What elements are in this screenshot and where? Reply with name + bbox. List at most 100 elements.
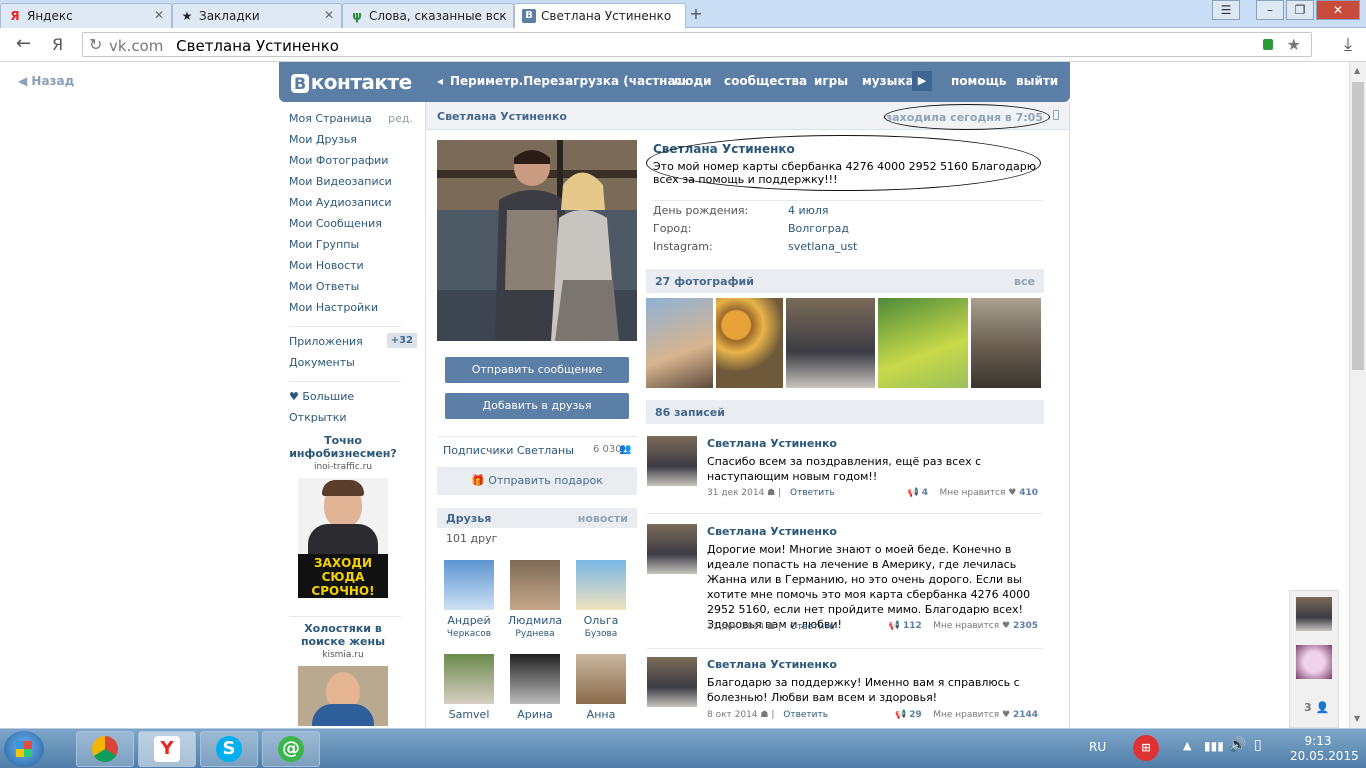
repost-icon[interactable]: 📢 [908, 488, 922, 498]
post-author[interactable]: Светлана Устиненко [707, 437, 837, 450]
chat-avatar[interactable] [1296, 645, 1332, 679]
menu-cards[interactable]: Открытки [289, 409, 419, 430]
post-avatar[interactable] [647, 436, 697, 486]
photo-thumb[interactable] [786, 298, 875, 388]
friend-item[interactable]: Людмила Руднева [503, 560, 567, 639]
menu-videos[interactable]: Мои Видеозаписи [289, 173, 419, 194]
nav-games[interactable]: игры [814, 74, 848, 88]
reply-link[interactable]: Ответить [790, 488, 835, 498]
vk-logo[interactable]: Вконтакте [291, 70, 412, 94]
nav-current-app[interactable]: Периметр.Перезагрузка (частна... [450, 74, 689, 88]
nav-music[interactable]: музыка [862, 74, 914, 88]
new-tab-button[interactable]: + [686, 5, 706, 23]
nav-people[interactable]: люди [673, 74, 712, 88]
post-date[interactable]: 11 дек 2014 [707, 622, 764, 632]
like-label[interactable]: Мне нравится [933, 621, 999, 631]
info-value[interactable]: svetlana_ust [788, 240, 857, 253]
taskbar-chrome[interactable] [76, 731, 134, 767]
close-icon[interactable]: ✕ [324, 8, 334, 22]
scroll-down-icon[interactable]: ▼ [1354, 714, 1360, 723]
menu-messages[interactable]: Мои Сообщения [289, 215, 419, 236]
tab-bookmarks[interactable]: ★ Закладки ✕ [172, 3, 342, 28]
nav-prev-icon[interactable]: ◂ [437, 74, 443, 88]
profile-header-name[interactable]: Светлана Устиненко [437, 110, 567, 123]
tab-words[interactable]: ψ Слова, сказанные вск [342, 3, 514, 28]
friends-news-link[interactable]: новости [578, 512, 628, 525]
photo-thumb[interactable] [716, 298, 783, 388]
edit-link[interactable]: ред. [388, 112, 413, 125]
tab-yandex[interactable]: Я Яндекс ✕ [0, 3, 172, 28]
info-value[interactable]: 4 июля [788, 204, 829, 217]
photos-all-link[interactable]: все [1014, 275, 1035, 288]
clock[interactable]: 9:13 20.05.2015 [1290, 734, 1359, 764]
heart-icon[interactable]: ♥ [1002, 621, 1010, 631]
menu-apps[interactable]: Приложения +32 [289, 333, 419, 354]
menu-groups[interactable]: Мои Группы [289, 236, 419, 257]
menu-big[interactable]: ♥ Большие [289, 388, 419, 409]
menu-icon[interactable]: ☰ [1212, 0, 1240, 20]
post-date[interactable]: 8 окт 2014 [707, 710, 758, 720]
tray-expand-icon[interactable]: ▲ [1183, 739, 1191, 752]
nav-communities[interactable]: сообщества [724, 74, 807, 88]
reply-link[interactable]: Ответить [783, 710, 828, 720]
bookmark-star-icon[interactable]: ★ [1287, 35, 1301, 54]
friend-item[interactable]: Андрей Черкасов [437, 560, 501, 639]
friend-item[interactable]: Ольга Бузова [569, 560, 633, 639]
nav-help[interactable]: помощь [951, 74, 1006, 88]
download-icon[interactable]: ⤓ [1344, 34, 1352, 55]
photo-thumb[interactable] [971, 298, 1041, 388]
post-avatar[interactable] [647, 657, 697, 707]
page-scrollbar[interactable]: ▲ ▼ [1349, 62, 1366, 728]
menu-my-page[interactable]: Моя Страница ред. [289, 110, 419, 131]
network-icon[interactable]: ▮▮▮ [1204, 739, 1224, 753]
menu-friends[interactable]: Мои Друзья [289, 131, 419, 152]
reload-icon[interactable]: ↻ [89, 35, 102, 54]
ad-block-1[interactable]: Точно инфобизнесмен? inoi-traffic.ru ЗАХ… [283, 434, 403, 598]
subscribers-link[interactable]: Подписчики Светланы [443, 444, 574, 457]
nav-next-icon[interactable]: ▶ [912, 71, 932, 91]
taskbar-yandex[interactable]: Y [138, 731, 196, 767]
menu-documents[interactable]: Документы [289, 354, 419, 375]
menu-audio[interactable]: Мои Аудиозаписи [289, 194, 419, 215]
like-label[interactable]: Мне нравится [939, 488, 1005, 498]
tab-vk-profile[interactable]: В Светлана Устиненко [514, 3, 686, 28]
friend-item[interactable]: Samvel [437, 654, 501, 721]
heart-icon[interactable]: ♥ [1008, 488, 1016, 498]
friend-item[interactable]: Анна [569, 654, 633, 721]
photo-thumb[interactable] [646, 298, 713, 388]
close-icon[interactable]: ✕ [154, 8, 164, 22]
like-label[interactable]: Мне нравится [933, 710, 999, 720]
menu-news[interactable]: Мои Новости [289, 257, 419, 278]
post-author[interactable]: Светлана Устиненко [707, 658, 837, 671]
tray-app-icon[interactable]: ⊞ [1133, 735, 1159, 761]
restore-button[interactable]: ❐ [1286, 0, 1314, 20]
send-message-button[interactable]: Отправить сообщение [445, 357, 629, 383]
battery-icon[interactable]: ▯ [1254, 737, 1262, 753]
language-indicator[interactable]: RU [1089, 740, 1106, 754]
post-date[interactable]: 31 дек 2014 [707, 488, 764, 498]
photos-title[interactable]: 27 фотографий [655, 275, 754, 288]
yandex-button[interactable]: Я [52, 35, 63, 54]
back-link[interactable]: ◀ Назад [18, 74, 74, 88]
minimize-button[interactable]: – [1256, 0, 1284, 20]
scroll-thumb[interactable] [1352, 82, 1364, 370]
chat-avatar[interactable] [1296, 597, 1332, 631]
friends-title[interactable]: Друзья [446, 512, 491, 525]
ad-block-2[interactable]: Холостяки в поиске жены kismia.ru [283, 622, 403, 726]
heart-icon[interactable]: ♥ [1002, 710, 1010, 720]
posts-title[interactable]: 86 записей [655, 406, 725, 419]
friend-item[interactable]: Арина [503, 654, 567, 721]
nav-logout[interactable]: выйти [1016, 74, 1058, 88]
taskbar-skype[interactable]: S [200, 731, 258, 767]
back-arrow-icon[interactable]: ← [16, 33, 31, 54]
menu-answers[interactable]: Мои Ответы [289, 278, 419, 299]
scroll-up-icon[interactable]: ▲ [1354, 66, 1360, 75]
send-gift-button[interactable]: 🎁 Отправить подарок [437, 467, 637, 495]
url-field[interactable]: ↻ vk.com Светлана Устиненко ★ [82, 32, 1312, 57]
repost-icon[interactable]: 📢 [895, 710, 909, 720]
taskbar-icq[interactable]: @ [262, 731, 320, 767]
info-value[interactable]: Волгоград [788, 222, 849, 235]
photo-thumb[interactable] [878, 298, 968, 388]
start-button[interactable] [4, 731, 44, 767]
add-friend-button[interactable]: Добавить в друзья [445, 393, 629, 419]
